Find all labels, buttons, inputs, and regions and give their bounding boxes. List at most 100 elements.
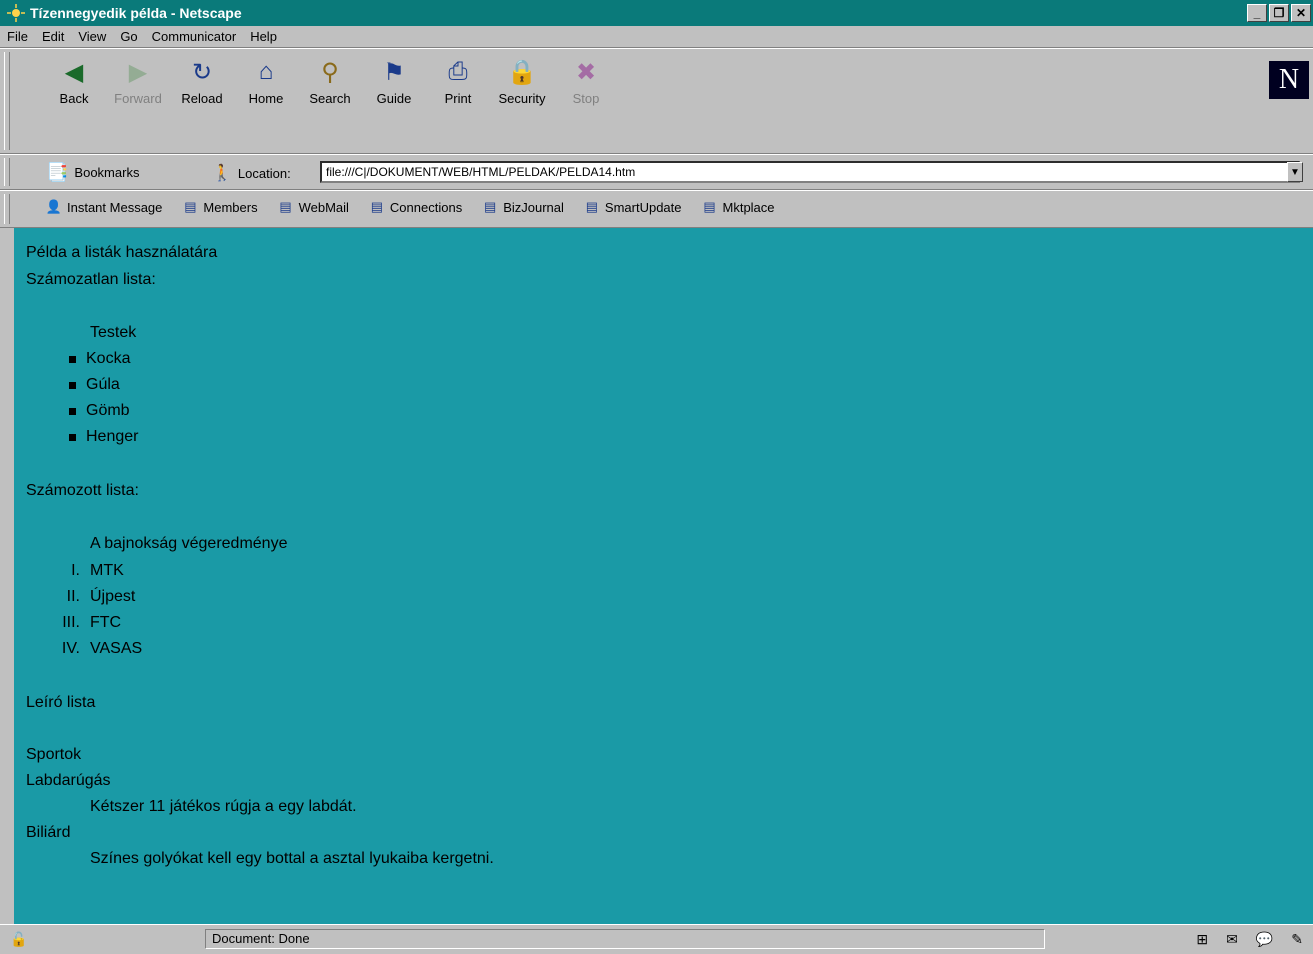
guide-button[interactable]: ⚑ Guide — [364, 57, 424, 115]
url-input[interactable] — [320, 161, 1300, 183]
unordered-list-title: Számozatlan lista: — [26, 271, 156, 288]
nav-button-label: Home — [248, 91, 284, 106]
page-proxy-icon[interactable]: 🚶 — [212, 163, 232, 183]
location-toolbar: 📑 Bookmarks 🚶 Location: ▼ — [0, 154, 1313, 190]
title-bar: Tízennegyedik példa - Netscape _ ❐ ✕ — [0, 0, 1313, 26]
list-item-text: Henger — [86, 428, 139, 445]
page-content: Példa a listák használatára Számozatlan … — [14, 228, 1313, 924]
definition-term: Biliárd — [26, 824, 71, 841]
bookmark-folder-icon: ▤ — [370, 199, 384, 214]
search-icon: ⚲ — [321, 58, 339, 86]
page-heading: Példa a listák használatára — [26, 244, 218, 261]
mail-icon[interactable]: ✉ — [1226, 931, 1238, 948]
personal-bar-label: Instant Message — [67, 199, 163, 215]
list-item-text: Újpest — [90, 588, 136, 605]
bookmark-folder-icon: ▤ — [184, 199, 197, 214]
menu-view[interactable]: View — [71, 29, 113, 44]
definition-term: Sportok — [26, 746, 82, 763]
bookmark-folder-icon: ▤ — [279, 199, 292, 214]
personal-bar-label: SmartUpdate — [604, 199, 682, 215]
square-bullet-icon — [69, 433, 76, 441]
list-item-text: FTC — [90, 614, 122, 631]
menu-file[interactable]: File — [0, 29, 35, 44]
composer-icon[interactable]: ✎ — [1291, 931, 1303, 948]
navigator-icon[interactable]: ⊞ — [1196, 931, 1208, 948]
maximize-button[interactable]: ❐ — [1269, 4, 1289, 22]
stop-icon: ✖ — [575, 58, 597, 86]
personal-toolbar: 👤 Instant Message ▤ Members ▤ WebMail ▤ Connect… — [0, 190, 1313, 228]
toolbar-grip[interactable] — [4, 52, 10, 150]
list-item: III. FTC — [36, 614, 121, 632]
personal-bar-item-mktplace[interactable]: ▤ Mktplace — [702, 199, 775, 215]
personal-bar-item-connections[interactable]: ▤ Connections — [369, 199, 462, 215]
print-icon: ⎙ — [448, 58, 468, 85]
personal-bar-item-webmail[interactable]: ▤ WebMail — [278, 199, 349, 215]
nav-button-label: Security — [498, 91, 546, 106]
nav-button-label: Stop — [572, 91, 600, 106]
square-bullet-icon — [69, 381, 76, 389]
location-label: 🚶 Location: — [212, 163, 291, 183]
stop-button[interactable]: ✖ Stop — [556, 57, 616, 115]
discussion-icon[interactable]: 💬 — [1256, 931, 1273, 948]
toolbar-grip[interactable] — [4, 158, 10, 186]
status-text: Document: Done — [205, 929, 1045, 949]
personal-bar-label: Members — [203, 199, 258, 215]
toolbar-grip[interactable] — [4, 194, 10, 224]
nav-button-label: Back — [59, 91, 89, 106]
reload-icon: ↻ — [191, 58, 213, 86]
definition-term: Labdarúgás — [26, 772, 111, 789]
personal-bar-label: Mktplace — [722, 199, 775, 215]
bookmark-folder-icon: ▤ — [585, 199, 599, 214]
home-icon: ⌂ — [258, 58, 274, 85]
list-item-number: III. — [62, 614, 80, 631]
definition-description: Színes golyókat kell egy bottal a asztal… — [90, 850, 494, 867]
list-item: Henger — [69, 428, 138, 446]
nav-button-label: Forward — [114, 91, 162, 106]
minimize-button[interactable]: _ — [1247, 4, 1267, 22]
print-button[interactable]: ⎙ Print — [428, 57, 488, 115]
search-button[interactable]: ⚲ Search — [300, 57, 360, 115]
back-button[interactable]: ◀ Back — [44, 57, 104, 115]
forward-arrow-icon: ▶ — [128, 58, 148, 86]
bookmarks-label: Bookmarks — [74, 165, 140, 180]
back-arrow-icon: ◀ — [64, 58, 84, 86]
list-item-text: Gúla — [86, 376, 120, 393]
menu-bar: File Edit View Go Communicator Help — [0, 26, 1313, 48]
navigation-toolbar: ◀ Back ▶ Forward ↻ Reload ⌂ Home ⚲ Search ⚑ Guide ⎙ P… — [0, 48, 1313, 154]
list-item-number: II. — [66, 588, 80, 605]
personal-bar-item-bizjournal[interactable]: ▤ BizJournal — [482, 199, 564, 215]
personal-bar-item-instant-message[interactable]: 👤 Instant Message — [46, 199, 162, 215]
list-item-text: VASAS — [90, 640, 143, 657]
home-button[interactable]: ⌂ Home — [236, 57, 296, 115]
forward-button[interactable]: ▶ Forward — [108, 57, 168, 115]
personal-bar-label: WebMail — [298, 199, 349, 215]
bookmarks-button[interactable]: 📑 Bookmarks — [46, 162, 139, 183]
square-bullet-icon — [69, 407, 76, 415]
menu-communicator[interactable]: Communicator — [145, 29, 244, 44]
personal-bar-item-members[interactable]: ▤ Members — [182, 199, 257, 215]
close-button[interactable]: ✕ — [1291, 4, 1311, 22]
security-button[interactable]: 🔒 Security — [492, 57, 552, 115]
reload-button[interactable]: ↻ Reload — [172, 57, 232, 115]
list-item-text: Gömb — [86, 402, 130, 419]
definition-list-title: Leíró lista — [26, 694, 96, 711]
personal-bar-item-smartupdate[interactable]: ▤ SmartUpdate — [584, 199, 682, 215]
list-item: I. MTK — [36, 562, 124, 580]
list-item-text: Kocka — [86, 350, 131, 367]
list-item: Gúla — [69, 376, 120, 394]
window-title: Tízennegyedik példa - Netscape — [30, 5, 242, 21]
menu-go[interactable]: Go — [113, 29, 144, 44]
nav-button-label: Print — [444, 91, 472, 106]
nav-button-label: Guide — [376, 91, 412, 106]
netscape-logo[interactable]: N — [1269, 61, 1309, 99]
instant-message-icon: 👤 — [45, 199, 63, 214]
bookmark-folder-icon: ▤ — [484, 199, 497, 214]
bookmark-folder-icon: ▤ — [703, 199, 716, 214]
menu-edit[interactable]: Edit — [35, 29, 71, 44]
definition-description: Kétszer 11 játékos rúgja a egy labdát. — [90, 798, 357, 815]
url-dropdown-button[interactable]: ▼ — [1287, 162, 1303, 182]
security-status-icon[interactable]: 🔓 — [10, 931, 27, 948]
list-item: IV. VASAS — [36, 640, 142, 658]
square-bullet-icon — [69, 355, 76, 363]
menu-help[interactable]: Help — [243, 29, 284, 44]
